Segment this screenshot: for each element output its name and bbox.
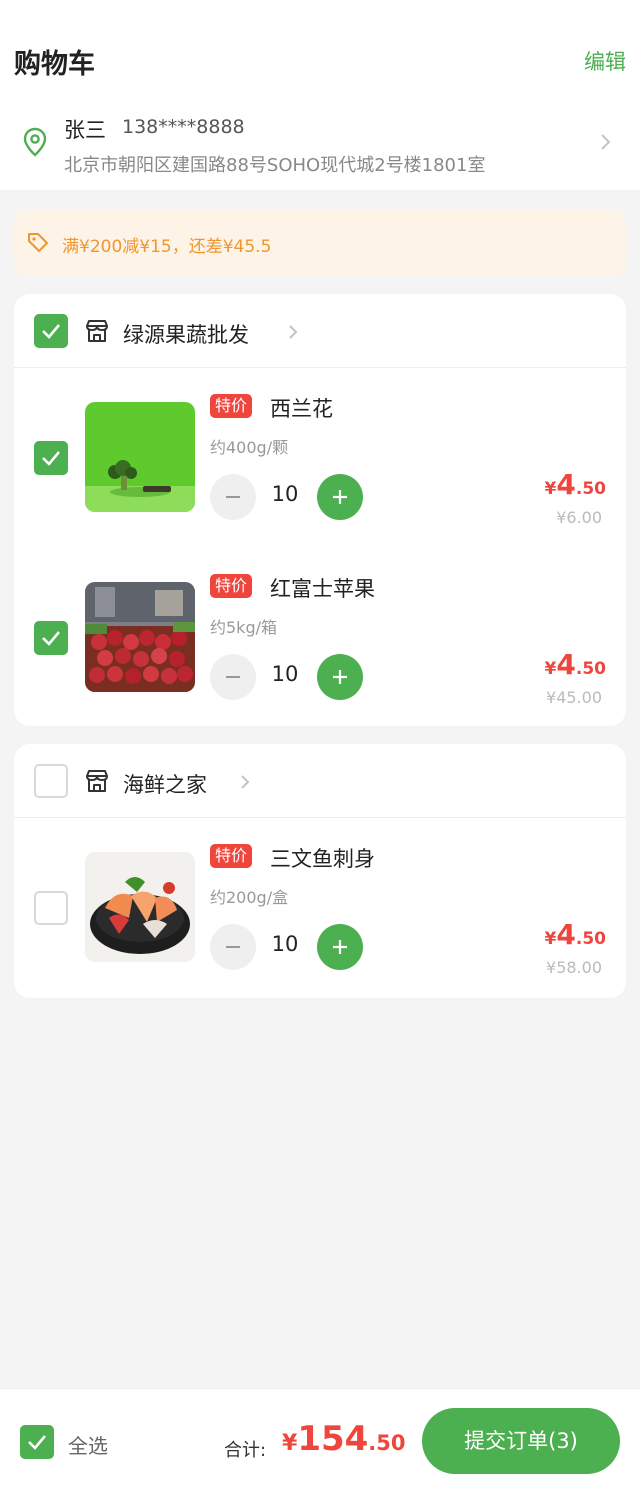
decrease-quantity-button[interactable] — [210, 924, 256, 970]
plus-icon — [333, 670, 347, 684]
quantity-value[interactable]: 10 — [270, 482, 300, 506]
item-price: ¥4.50 — [545, 648, 606, 681]
minus-icon — [226, 676, 240, 678]
price-decimal: .50 — [575, 479, 606, 499]
price-integer: 4 — [556, 468, 576, 501]
address-name[interactable]: 张三 — [64, 114, 106, 144]
product-image-broccoli[interactable] — [85, 402, 195, 512]
minus-icon — [226, 496, 240, 498]
check-icon — [42, 451, 60, 466]
quantity-value[interactable]: 10 — [270, 932, 300, 956]
coupon-tag-icon — [28, 233, 48, 252]
total-amount: ¥154.50 — [282, 1419, 406, 1459]
special-price-tag: 特价 — [210, 394, 253, 418]
select-all-checkbox[interactable] — [20, 1425, 54, 1459]
chevron-right-icon[interactable] — [240, 774, 250, 790]
top-bar: 购物车 编辑 张三 138****8888 北京市朝阳区建国路88号SOHO现代… — [0, 0, 640, 190]
promo-banner: 满¥200减¥15，还差¥45.5 — [14, 209, 626, 275]
edit-button[interactable]: 编辑 — [584, 46, 626, 76]
address-detail[interactable]: 北京市朝阳区建国路88号SOHO现代城2号楼1801室 — [64, 151, 485, 177]
item-checkbox[interactable] — [34, 891, 68, 925]
check-icon — [42, 324, 60, 339]
increase-quantity-button[interactable] — [317, 924, 363, 970]
address-phone[interactable]: 138****8888 — [122, 116, 245, 138]
item-price: ¥4.50 — [545, 918, 606, 951]
product-image-apple[interactable] — [85, 582, 195, 692]
shop-icon — [86, 770, 108, 792]
promo-text: 满¥200减¥15，还差¥45.5 — [62, 237, 272, 257]
item-spec: 约400g/颗 — [210, 438, 289, 457]
chevron-right-icon[interactable] — [600, 133, 612, 151]
shop-name[interactable]: 绿源果蔬批发 — [123, 319, 249, 349]
shop-card: 绿源果蔬批发 特价 西兰花 约400g/颗 10 ¥4.50 ¥6.00 特价 … — [14, 294, 626, 726]
special-price-tag: 特价 — [210, 574, 253, 598]
original-price: ¥6.00 — [556, 508, 602, 527]
item-spec: 约5kg/箱 — [210, 618, 277, 637]
plus-icon — [333, 940, 347, 954]
shop-checkbox[interactable] — [34, 764, 68, 798]
item-checkbox[interactable] — [34, 441, 68, 475]
price-integer: 4 — [556, 918, 576, 951]
product-image-salmon-sashimi[interactable] — [85, 852, 195, 962]
total-currency: ¥ — [282, 1431, 298, 1456]
check-icon — [42, 631, 60, 646]
item-name[interactable]: 红富士苹果 — [270, 573, 375, 603]
total-label: 合计: — [224, 1440, 267, 1461]
original-price: ¥45.00 — [546, 688, 602, 707]
increase-quantity-button[interactable] — [317, 654, 363, 700]
shop-header: 海鲜之家 — [14, 744, 626, 818]
checkout-bar: 全选 合计: ¥154.50 提交订单(3) — [0, 1388, 640, 1492]
decrease-quantity-button[interactable] — [210, 654, 256, 700]
cart-item: 特价 红富士苹果 约5kg/箱 10 ¥4.50 ¥45.00 — [14, 548, 626, 728]
price-decimal: .50 — [575, 659, 606, 679]
decrease-quantity-button[interactable] — [210, 474, 256, 520]
shop-checkbox[interactable] — [34, 314, 68, 348]
shop-card: 海鲜之家 特价 三文鱼刺身 约200g/盒 10 ¥4.50 ¥58.00 — [14, 744, 626, 998]
price-integer: 4 — [556, 648, 576, 681]
chevron-right-icon[interactable] — [288, 324, 298, 340]
special-price-tag: 特价 — [210, 844, 253, 868]
total-integer: 154 — [297, 1419, 369, 1459]
item-name[interactable]: 三文鱼刺身 — [270, 843, 375, 873]
price-currency: ¥ — [544, 479, 557, 499]
cart-item: 特价 西兰花 约400g/颗 10 ¥4.50 ¥6.00 — [14, 368, 626, 548]
item-spec: 约200g/盒 — [210, 888, 289, 907]
minus-icon — [226, 946, 240, 948]
item-price: ¥4.50 — [545, 468, 606, 501]
quantity-value[interactable]: 10 — [270, 662, 300, 686]
check-icon — [28, 1435, 46, 1450]
price-currency: ¥ — [544, 659, 557, 679]
submit-order-button[interactable]: 提交订单(3) — [422, 1408, 620, 1474]
total-decimal: .50 — [368, 1431, 406, 1455]
shop-name[interactable]: 海鲜之家 — [123, 769, 207, 799]
item-checkbox[interactable] — [34, 621, 68, 655]
shop-header: 绿源果蔬批发 — [14, 294, 626, 368]
location-pin-icon — [23, 127, 47, 157]
increase-quantity-button[interactable] — [317, 474, 363, 520]
original-price: ¥58.00 — [546, 958, 602, 977]
page-title: 购物车 — [14, 49, 95, 80]
price-decimal: .50 — [575, 929, 606, 949]
select-all-label[interactable]: 全选 — [68, 1430, 108, 1459]
plus-icon — [333, 490, 347, 504]
price-currency: ¥ — [544, 929, 557, 949]
cart-item: 特价 三文鱼刺身 约200g/盒 10 ¥4.50 ¥58.00 — [14, 818, 626, 998]
item-name[interactable]: 西兰花 — [270, 393, 333, 423]
shop-icon — [86, 320, 108, 342]
